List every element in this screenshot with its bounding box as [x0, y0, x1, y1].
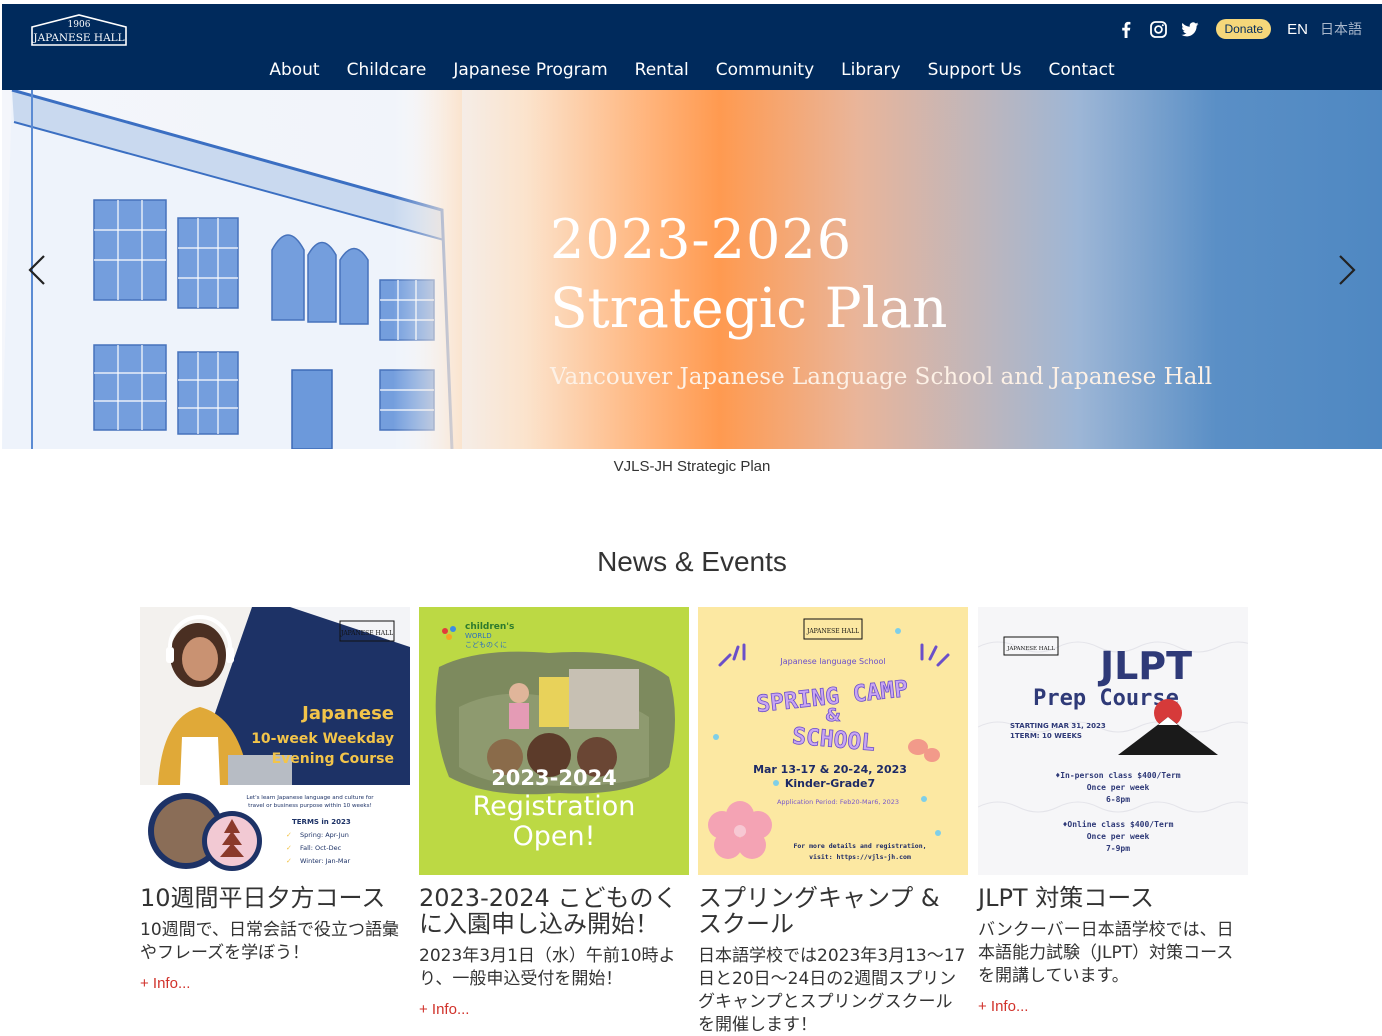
nav-rental[interactable]: Rental [635, 60, 689, 80]
svg-text:Japanese language School: Japanese language School [779, 657, 885, 666]
page: 1906 JAPANESE HALL Donate EN 日本語 About C… [2, 4, 1382, 1036]
nav-childcare[interactable]: Childcare [347, 60, 427, 80]
news-events-heading: News & Events [597, 546, 787, 577]
svg-text:Fall: Oct-Dec: Fall: Oct-Dec [300, 844, 342, 852]
svg-text:JAPANESE HALL: JAPANESE HALL [806, 628, 859, 635]
svg-text:2023-2024: 2023-2024 [491, 766, 617, 790]
card-description: 2023年3月1日（水）午前10時より、一般申込受付を開始！ [419, 946, 676, 989]
slider-next-icon[interactable] [1330, 250, 1360, 290]
news-card-kodomo-registration: children's WORLD こどものくに 2023-2024 Regist… [419, 607, 689, 1018]
japanese-hall-building-illustration [2, 90, 462, 449]
card-description: 日本語学校では2023年3月13〜17日と20日〜24日の2週間スプリングキャン… [698, 946, 966, 1035]
svg-text:travel or business purpose wit: travel or business purpose within 10 wee… [248, 803, 372, 809]
japanese-hall-logo[interactable]: 1906 JAPANESE HALL [30, 13, 128, 47]
news-card-spring-camp: JAPANESE HALL Japanese language School S… [698, 607, 968, 1036]
svg-text:Application Period: Feb20-Mar6: Application Period: Feb20-Mar6, 2023 [777, 798, 899, 806]
svg-text:JAPANESE HALL: JAPANESE HALL [340, 630, 393, 637]
svg-text:Open!: Open! [513, 821, 596, 852]
svg-text:7-9pm: 7-9pm [1106, 844, 1130, 853]
svg-text:STARTING MAR 31, 2023: STARTING MAR 31, 2023 [1010, 722, 1106, 730]
svg-text:JLPT: JLPT [1097, 644, 1192, 688]
news-card-jlpt-course: JAPANESE HALL JLPT Prep Course STARTING … [978, 607, 1248, 1015]
card-title[interactable]: JLPT 対策コース [978, 885, 1248, 911]
svg-text:こどものくに: こどものくに [465, 641, 507, 649]
svg-text:Once per week: Once per week [1087, 832, 1150, 841]
twitter-icon[interactable] [1180, 19, 1200, 39]
svg-text:Evening Course: Evening Course [272, 751, 394, 767]
hero-title-years: 2023-2026 [550, 208, 853, 271]
card-description: 10週間で、日常会話で役立つ語彙やフレーズを学ぼう！ [140, 920, 399, 963]
card-info-link[interactable]: + Info... [978, 998, 1248, 1015]
svg-text:6-8pm: 6-8pm [1106, 795, 1130, 804]
svg-text:Spring: Apr-Jun: Spring: Apr-Jun [300, 831, 349, 839]
svg-text:Kinder-Grade7: Kinder-Grade7 [785, 777, 875, 790]
nav-library[interactable]: Library [841, 60, 900, 80]
svg-text:✓: ✓ [286, 831, 292, 839]
card-title[interactable]: 2023-2024 こどものくに入園申し込み開始！ [419, 885, 689, 937]
svg-text:Mar 13-17 & 20-24, 2023: Mar 13-17 & 20-24, 2023 [753, 763, 907, 776]
card-image-weekday-course[interactable]: JAPANESE HALL Japanese 10-week Weekday E… [140, 607, 410, 875]
slider-prev-icon[interactable] [24, 250, 54, 290]
nav-japanese-program[interactable]: Japanese Program [453, 60, 607, 80]
card-image-jlpt-course[interactable]: JAPANESE HALL JLPT Prep Course STARTING … [978, 607, 1248, 875]
social-bar: Donate EN 日本語 [1116, 18, 1362, 40]
card-image-spring-camp[interactable]: JAPANESE HALL Japanese language School S… [698, 607, 968, 875]
hero-caption: VJLS-JH Strategic Plan [613, 458, 771, 475]
news-card-weekday-course: JAPANESE HALL Japanese 10-week Weekday E… [140, 607, 410, 992]
hero-title: Strategic Plan [550, 276, 948, 340]
nav-support-us[interactable]: Support Us [928, 60, 1022, 80]
svg-text:TERMS in 2023: TERMS in 2023 [292, 818, 351, 826]
svg-text:Winter: Jan-Mar: Winter: Jan-Mar [300, 857, 351, 865]
svg-text:✓: ✓ [286, 857, 292, 865]
site-header: 1906 JAPANESE HALL Donate EN 日本語 About C… [2, 4, 1382, 90]
nav-about[interactable]: About [269, 60, 319, 80]
svg-text:Japanese: Japanese [300, 703, 394, 724]
card-title[interactable]: スプリングキャンプ & スクール [698, 885, 968, 937]
svg-text:Let's learn Japanese language: Let's learn Japanese language and cultur… [246, 795, 374, 801]
svg-text:Registration: Registration [473, 791, 636, 822]
card-title[interactable]: 10週間平日夕方コース [140, 885, 410, 911]
svg-text:children's: children's [465, 622, 514, 632]
lang-ja-link[interactable]: 日本語 [1320, 19, 1362, 39]
svg-text:JAPANESE HALL: JAPANESE HALL [1006, 646, 1055, 652]
svg-text:visit: https://vjls-jh.com: visit: https://vjls-jh.com [809, 853, 911, 861]
svg-text:Once per week: Once per week [1087, 783, 1150, 792]
hero-subtitle: Vancouver Japanese Language School and J… [550, 364, 1213, 390]
card-description: バンクーバー日本語学校では、日本語能力試験（JLPT）対策コースを開講しています… [978, 920, 1234, 986]
card-info-link[interactable]: + Info... [419, 1001, 689, 1018]
svg-text:♦In-person class $400/Term: ♦In-person class $400/Term [1055, 771, 1180, 780]
svg-text:WORLD: WORLD [465, 632, 492, 640]
card-info-link[interactable]: + Info... [140, 975, 410, 992]
donate-button[interactable]: Donate [1216, 19, 1272, 39]
lang-en-link[interactable]: EN [1287, 21, 1308, 38]
instagram-icon[interactable] [1148, 19, 1168, 39]
svg-text:JAPANESE HALL: JAPANESE HALL [32, 32, 124, 44]
svg-text:1906: 1906 [68, 20, 91, 30]
svg-text:&: & [825, 705, 841, 726]
facebook-icon[interactable] [1116, 19, 1136, 39]
hero-slider[interactable]: 2023-2026 Strategic Plan Vancouver Japan… [2, 90, 1382, 449]
svg-text:1TERM: 10 WEEKS: 1TERM: 10 WEEKS [1010, 732, 1082, 740]
card-image-kodomo-registration[interactable]: children's WORLD こどものくに 2023-2024 Regist… [419, 607, 689, 875]
svg-text:For more details and registrat: For more details and registration, [793, 842, 926, 850]
svg-text:♦Online class $400/Term: ♦Online class $400/Term [1063, 819, 1174, 829]
main-nav: About Childcare Japanese Program Rental … [2, 60, 1382, 80]
svg-text:✓: ✓ [286, 844, 292, 852]
nav-community[interactable]: Community [716, 60, 814, 80]
svg-text:10-week Weekday: 10-week Weekday [251, 731, 394, 747]
nav-contact[interactable]: Contact [1049, 60, 1115, 80]
